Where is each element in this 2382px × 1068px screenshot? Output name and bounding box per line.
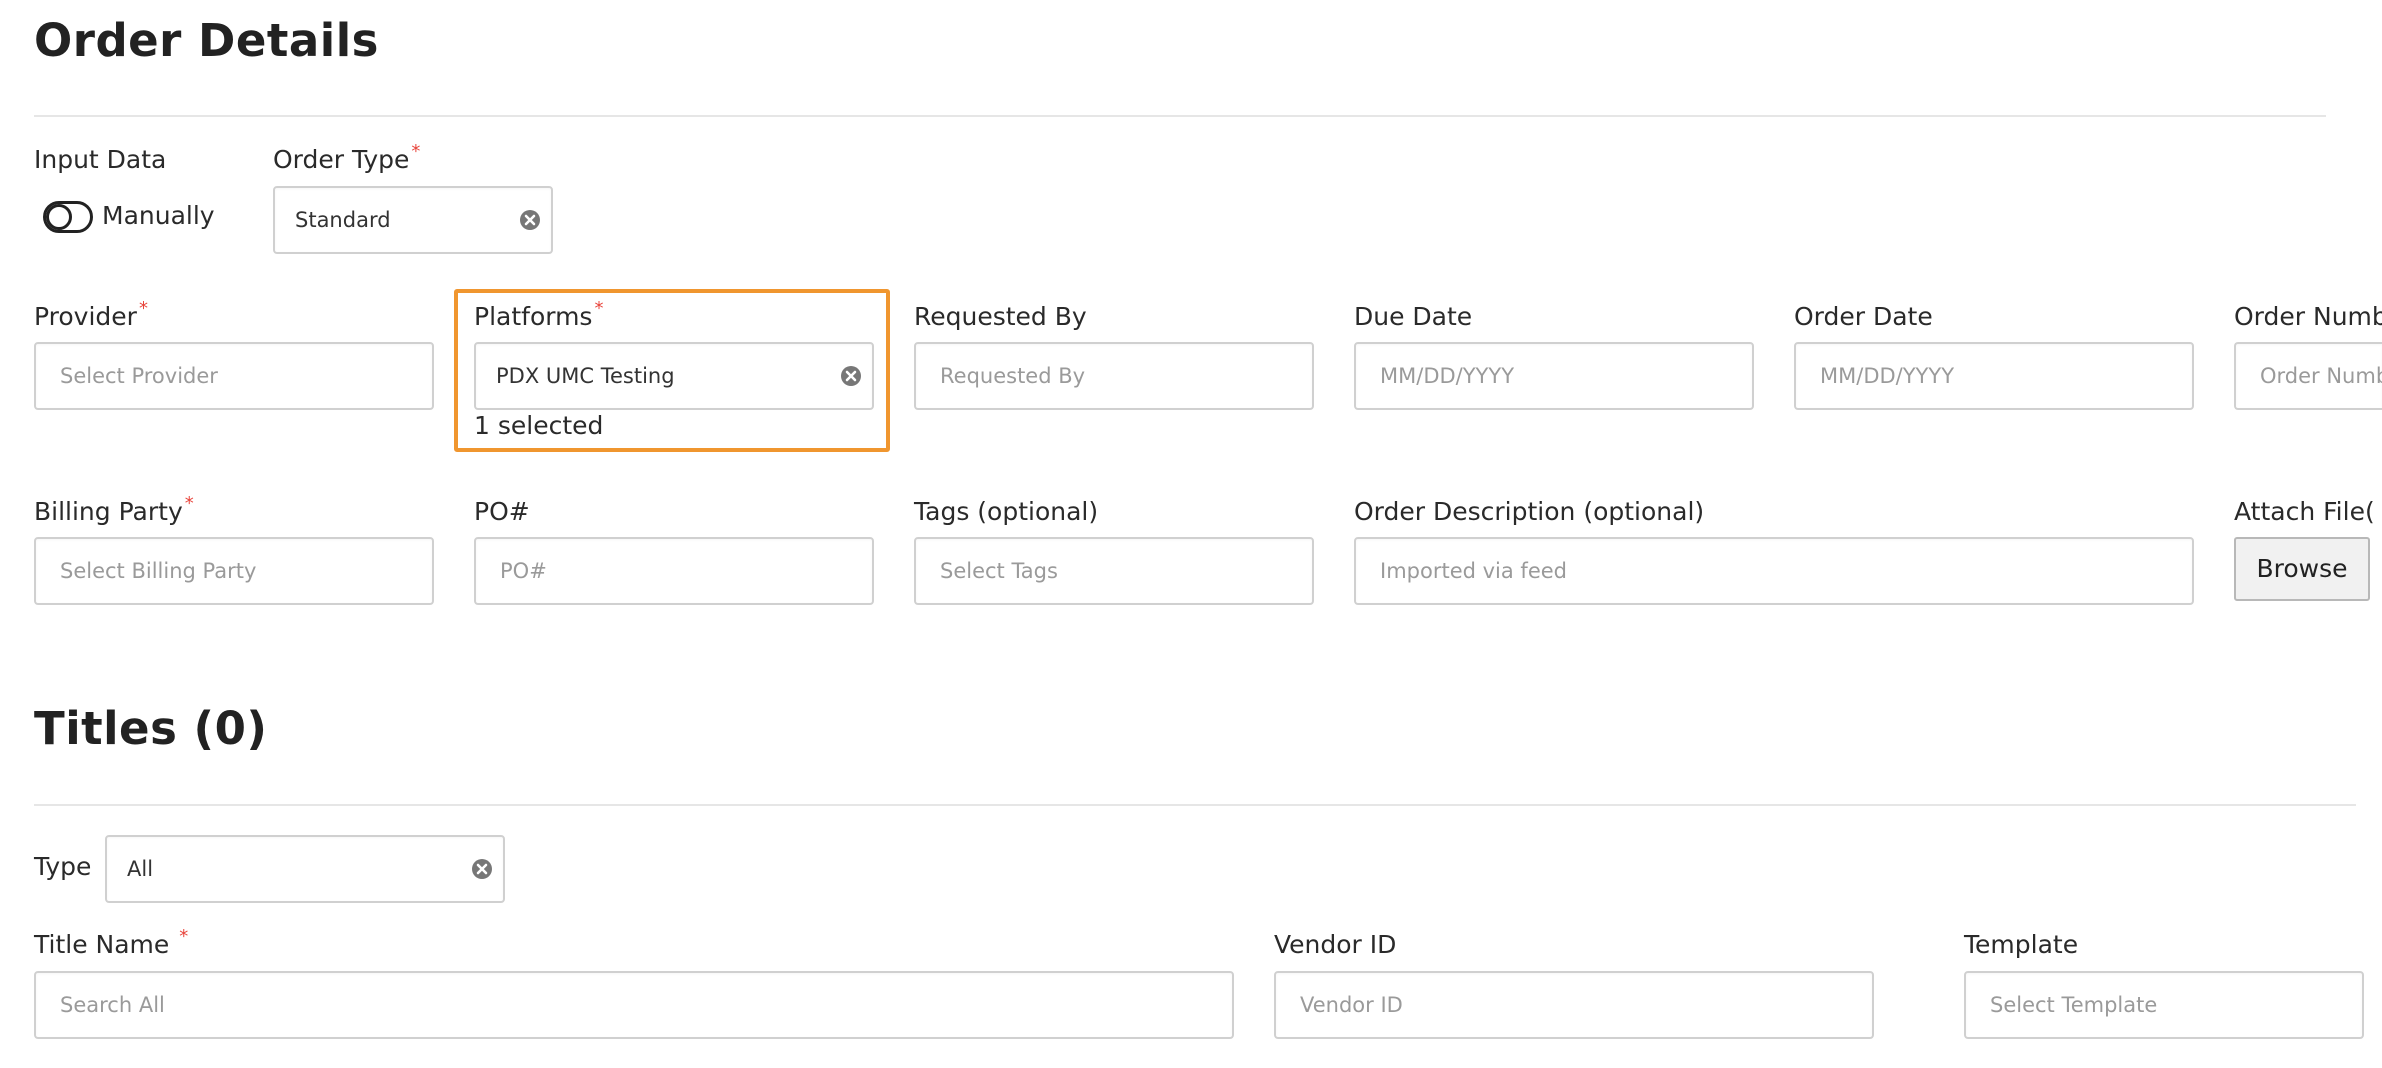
type-select[interactable]: All (105, 835, 505, 903)
order-number-label: Order Numb (2234, 302, 2382, 331)
order-date-input[interactable]: MM/DD/YYYY (1794, 342, 2194, 410)
tags-label: Tags (optional) (914, 497, 1099, 526)
provider-label: Provider * (34, 298, 148, 331)
requested-by-input[interactable]: Requested By (914, 342, 1314, 410)
requested-by-label: Requested By (914, 302, 1087, 331)
input-data-toggle[interactable] (43, 201, 93, 233)
order-description-label: Order Description (optional) (1354, 497, 1705, 526)
titles-divider (34, 804, 2356, 806)
order-type-select[interactable]: Standard (273, 186, 553, 254)
platforms-select[interactable]: PDX UMC Testing (474, 342, 874, 410)
required-mark: * (138, 298, 148, 319)
po-number-placeholder: PO# (500, 559, 547, 583)
billing-party-placeholder: Select Billing Party (60, 559, 257, 583)
po-number-label: PO# (474, 497, 530, 526)
toggle-label: Manually (102, 201, 215, 230)
due-date-input[interactable]: MM/DD/YYYY (1354, 342, 1754, 410)
billing-party-label: Billing Party * (34, 493, 194, 526)
browse-button[interactable]: Browse (2234, 537, 2370, 601)
vendor-id-input[interactable]: Vendor ID (1274, 971, 1874, 1039)
platforms-selected-count: 1 selected (474, 411, 604, 440)
type-label: Type (34, 852, 92, 881)
clear-circle-icon[interactable] (519, 209, 541, 231)
required-mark: * (179, 926, 189, 947)
template-placeholder: Select Template (1990, 993, 2158, 1017)
title-name-input[interactable]: Search All (34, 971, 1234, 1039)
order-page: Order Details Input Data Manually Order … (0, 0, 2382, 1068)
provider-select[interactable]: Select Provider (34, 342, 434, 410)
type-value: All (127, 857, 154, 881)
title-name-label: Title Name * (34, 926, 189, 959)
order-number-placeholder: Order Numb (2260, 364, 2382, 388)
input-data-label: Input Data (34, 145, 167, 174)
order-description-placeholder: Imported via feed (1380, 559, 1567, 583)
attach-file-label: Attach File( (2234, 497, 2375, 526)
required-mark: * (184, 493, 194, 514)
toggle-knob (46, 204, 72, 230)
tags-placeholder: Select Tags (940, 559, 1058, 583)
requested-by-placeholder: Requested By (940, 364, 1086, 388)
provider-placeholder: Select Provider (60, 364, 218, 388)
due-date-label: Due Date (1354, 302, 1473, 331)
vendor-id-label: Vendor ID (1274, 930, 1397, 959)
tags-select[interactable]: Select Tags (914, 537, 1314, 605)
template-select[interactable]: Select Template (1964, 971, 2364, 1039)
order-type-label: Order Type * (273, 141, 421, 174)
billing-party-select[interactable]: Select Billing Party (34, 537, 434, 605)
clear-circle-icon[interactable] (471, 858, 493, 880)
platforms-value: PDX UMC Testing (496, 364, 675, 388)
order-number-input[interactable]: Order Numb (2234, 342, 2382, 410)
title-name-placeholder: Search All (60, 993, 165, 1017)
order-type-value: Standard (295, 208, 391, 232)
order-date-label: Order Date (1794, 302, 1933, 331)
vendor-id-placeholder: Vendor ID (1300, 993, 1403, 1017)
order-details-heading: Order Details (34, 14, 379, 67)
order-details-divider (34, 115, 2326, 117)
template-label: Template (1964, 930, 2079, 959)
order-date-placeholder: MM/DD/YYYY (1820, 364, 1955, 388)
due-date-placeholder: MM/DD/YYYY (1380, 364, 1515, 388)
order-description-input[interactable]: Imported via feed (1354, 537, 2194, 605)
clear-circle-icon[interactable] (840, 365, 862, 387)
titles-heading: Titles (0) (34, 702, 268, 755)
required-mark: * (411, 141, 421, 162)
po-number-input[interactable]: PO# (474, 537, 874, 605)
